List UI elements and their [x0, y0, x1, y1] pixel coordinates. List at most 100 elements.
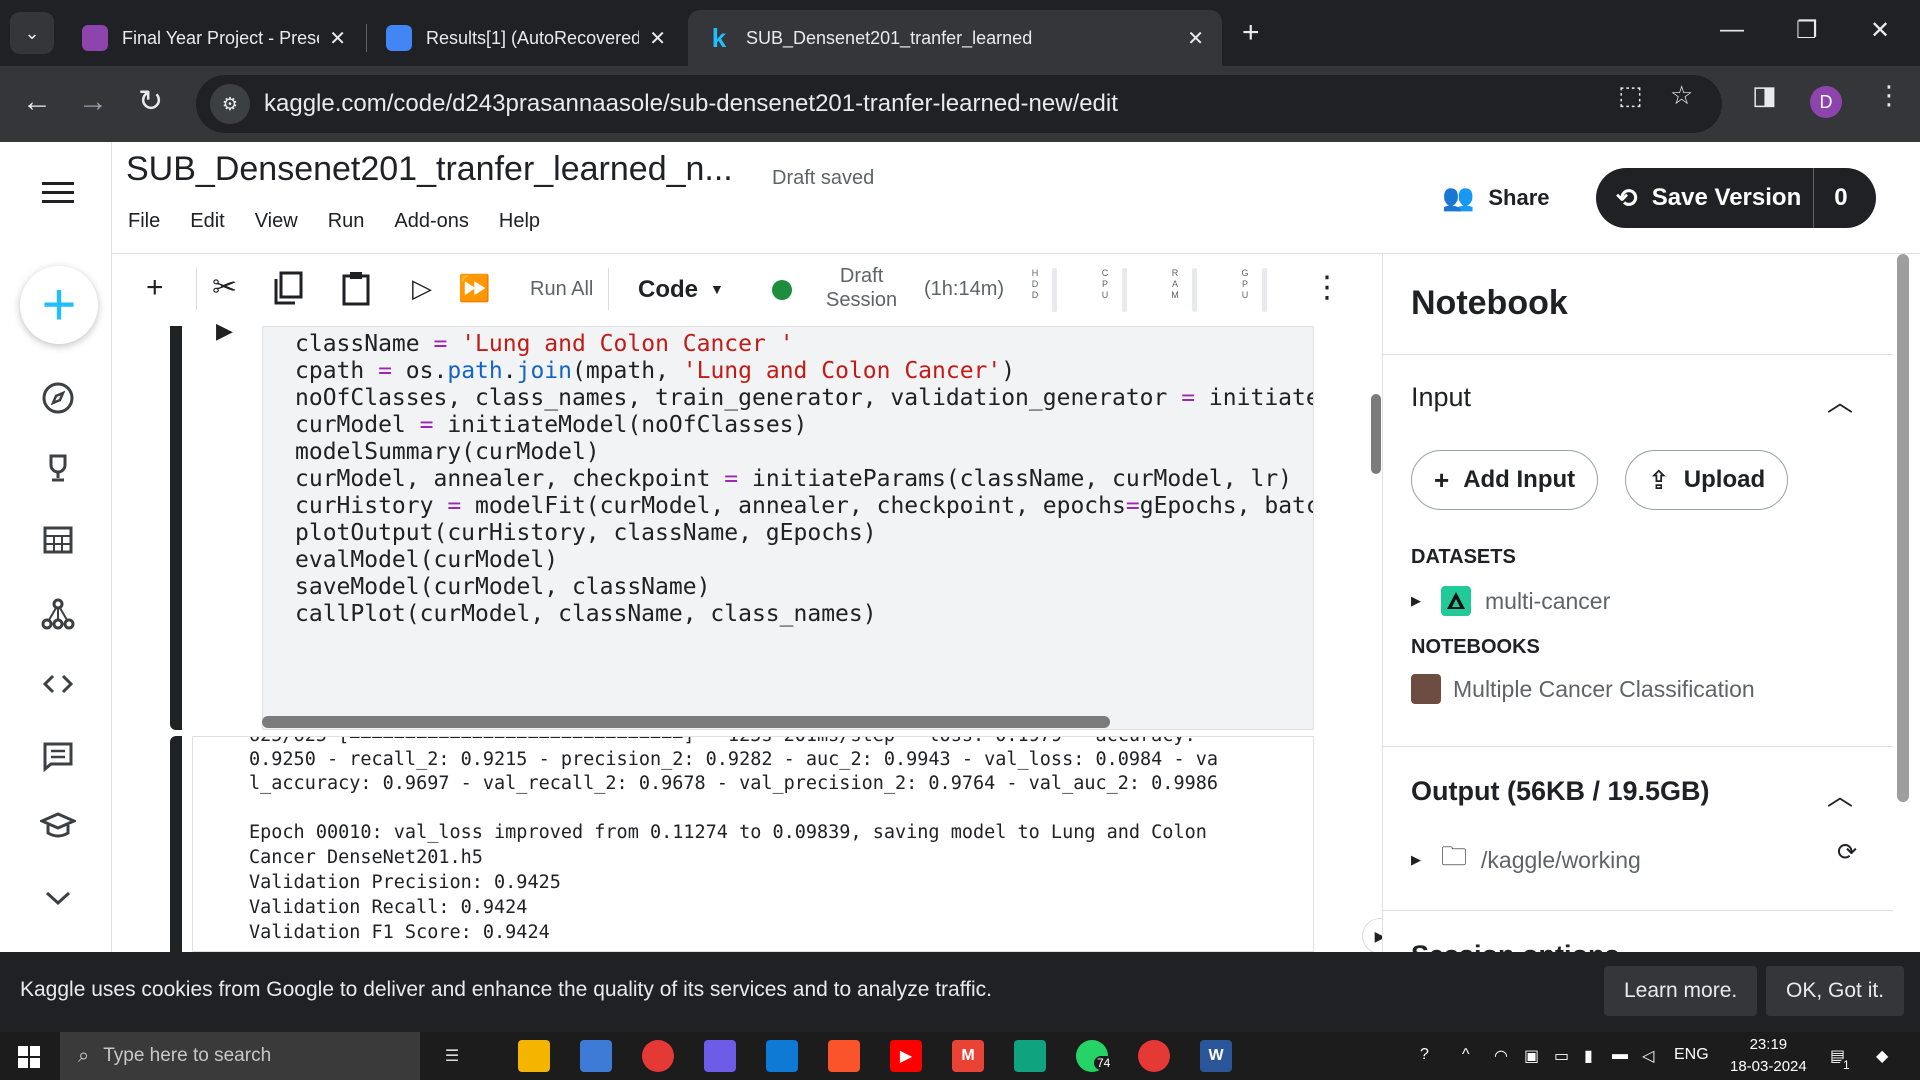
- chrome-profile-icon[interactable]: [1138, 1040, 1170, 1072]
- code-editor[interactable]: className = 'Lung and Colon Cancer ' cpa…: [262, 326, 1314, 730]
- cell-type-select[interactable]: Code ▼: [638, 276, 724, 304]
- menu-help[interactable]: Help: [499, 210, 540, 233]
- menu-file[interactable]: File: [128, 210, 160, 233]
- learn-icon[interactable]: [38, 806, 78, 846]
- site-info-icon[interactable]: ⚙: [210, 84, 250, 124]
- dataset-item[interactable]: ▶ multi-cancer: [1411, 586, 1610, 616]
- discussions-icon[interactable]: [38, 736, 78, 776]
- help-icon[interactable]: ?: [1420, 1046, 1429, 1064]
- file-explorer-icon[interactable]: [518, 1040, 550, 1072]
- chatgpt-icon[interactable]: [1014, 1040, 1046, 1072]
- reload-icon[interactable]: ↻: [138, 84, 163, 120]
- task-view-icon[interactable]: ☰: [436, 1040, 468, 1072]
- close-window-icon[interactable]: ✕: [1870, 16, 1890, 45]
- tab-search-button[interactable]: ⌄: [10, 12, 54, 54]
- app-icon[interactable]: [704, 1040, 736, 1072]
- network-icon[interactable]: ◠: [1494, 1046, 1508, 1066]
- chevron-down-icon[interactable]: [38, 878, 78, 918]
- run-all-icon[interactable]: ⏩: [458, 270, 490, 306]
- editor-vertical-scrollbar[interactable]: [1371, 394, 1381, 474]
- menu-add-ons[interactable]: Add-ons: [394, 210, 469, 233]
- notebook-title[interactable]: SUB_Densenet201_tranfer_learned_n...: [126, 150, 733, 189]
- minimize-icon[interactable]: —: [1720, 16, 1744, 44]
- menu-edit[interactable]: Edit: [190, 210, 224, 233]
- browser-menu-icon[interactable]: ⋮: [1876, 80, 1902, 111]
- url-text: kaggle.com/code/d243prasannaasole/sub-de…: [264, 90, 1118, 117]
- code-cell[interactable]: ▶ className = 'Lung and Colon Cancer ' c…: [170, 318, 1314, 730]
- profile-avatar[interactable]: D: [1810, 86, 1842, 118]
- restore-icon[interactable]: ❐: [1796, 16, 1818, 45]
- brave-icon[interactable]: [828, 1040, 860, 1072]
- language-indicator[interactable]: ENG: [1674, 1046, 1709, 1064]
- camera-icon[interactable]: ▣: [1524, 1046, 1539, 1066]
- battery-icon[interactable]: ▬: [1612, 1046, 1628, 1064]
- back-arrow-icon[interactable]: ←: [22, 84, 52, 120]
- compass-icon[interactable]: [38, 378, 78, 418]
- horizontal-scrollbar[interactable]: [262, 716, 1110, 728]
- vscode-icon[interactable]: [766, 1040, 798, 1072]
- learn-more-button[interactable]: Learn more.: [1604, 966, 1758, 1016]
- more-options-icon[interactable]: ⋮: [1312, 268, 1342, 308]
- word-icon[interactable]: W: [1200, 1040, 1232, 1072]
- install-app-icon[interactable]: ⬚: [1618, 80, 1643, 111]
- tab-presentation[interactable]: Final Year Project - Presentation ✕: [64, 10, 364, 66]
- share-button[interactable]: 👥 Share: [1442, 182, 1550, 213]
- version-count[interactable]: 0: [1834, 184, 1847, 212]
- chevron-up-icon[interactable]: ︿: [1827, 776, 1853, 813]
- models-icon[interactable]: [38, 594, 78, 634]
- mic-icon[interactable]: ▮: [1584, 1046, 1593, 1066]
- copilot-icon[interactable]: ◆: [1876, 1046, 1888, 1066]
- side-panel-icon[interactable]: ◨: [1752, 80, 1777, 111]
- close-tab-icon[interactable]: ✕: [649, 26, 666, 51]
- youtube-icon[interactable]: ▶: [890, 1040, 922, 1072]
- run-cell-arrow-icon[interactable]: ▶: [216, 318, 233, 344]
- forward-arrow-icon[interactable]: →: [78, 84, 108, 120]
- input-section-header[interactable]: Input: [1411, 382, 1471, 413]
- add-input-button[interactable]: + Add Input: [1411, 450, 1599, 510]
- system-clock[interactable]: 23:19 18-03-2024: [1730, 1034, 1807, 1078]
- tab-results-doc[interactable]: Results[1] (AutoRecovered) - Goog ✕: [368, 10, 684, 66]
- expand-triangle-icon[interactable]: ▶: [1411, 852, 1421, 868]
- close-tab-icon[interactable]: ✕: [329, 26, 346, 51]
- gmail-icon[interactable]: M: [952, 1040, 984, 1072]
- display-icon[interactable]: ▭: [1554, 1046, 1569, 1066]
- address-bar[interactable]: ⚙ kaggle.com/code/d243prasannaasole/sub-…: [196, 75, 1722, 133]
- output-section-header[interactable]: Output (56KB / 19.5GB): [1411, 776, 1710, 807]
- trophy-icon[interactable]: [38, 448, 78, 488]
- tray-overflow-icon[interactable]: ^: [1462, 1046, 1470, 1064]
- close-tab-icon[interactable]: ✕: [1187, 26, 1204, 51]
- chrome-icon[interactable]: [642, 1040, 674, 1072]
- expand-triangle-icon[interactable]: ▶: [1411, 593, 1421, 609]
- code-icon[interactable]: [38, 664, 78, 704]
- add-cell-icon[interactable]: +: [146, 270, 164, 306]
- paste-icon[interactable]: [340, 270, 372, 315]
- new-tab-button[interactable]: +: [1242, 18, 1260, 48]
- table-icon[interactable]: [38, 520, 78, 560]
- run-cell-icon[interactable]: ▷: [412, 270, 432, 306]
- tab-kaggle-notebook[interactable]: k SUB_Densenet201_tranfer_learned ✕: [688, 10, 1222, 66]
- toolbar-divider: [608, 268, 609, 310]
- session-label[interactable]: Draft Session: [826, 264, 897, 312]
- chevron-up-icon[interactable]: ︿: [1827, 382, 1853, 419]
- output-folder-item[interactable]: ▶ 🗀 /kaggle/working: [1411, 838, 1641, 882]
- menu-run[interactable]: Run: [328, 210, 365, 233]
- copy-icon[interactable]: [272, 270, 304, 315]
- ok-got-it-button[interactable]: OK, Got it.: [1766, 966, 1905, 1016]
- create-button[interactable]: +: [20, 266, 98, 344]
- hamburger-menu-icon[interactable]: [42, 182, 74, 209]
- cut-icon[interactable]: ✂: [212, 270, 237, 306]
- store-app-icon[interactable]: [580, 1040, 612, 1072]
- upload-button[interactable]: ⇪ Upload: [1625, 450, 1789, 510]
- bookmark-star-icon[interactable]: ☆: [1670, 80, 1693, 111]
- output-line: Epoch 00010: val_loss improved from 0.11…: [249, 822, 1207, 843]
- menu-view[interactable]: View: [255, 210, 298, 233]
- notebook-item[interactable]: Multiple Cancer Classification: [1411, 674, 1755, 704]
- sidebar-scrollbar[interactable]: [1897, 254, 1909, 802]
- run-all-button[interactable]: Run All: [530, 278, 593, 301]
- taskbar-search[interactable]: ⌕ Type here to search: [60, 1032, 420, 1080]
- refresh-icon[interactable]: ⟳: [1837, 838, 1857, 867]
- output-line: Cancer DenseNet201.h5: [249, 847, 483, 868]
- volume-icon[interactable]: ◁: [1642, 1046, 1654, 1066]
- save-version-button[interactable]: ⟲ Save Version 0: [1596, 168, 1876, 228]
- windows-start-icon[interactable]: [18, 1046, 40, 1068]
